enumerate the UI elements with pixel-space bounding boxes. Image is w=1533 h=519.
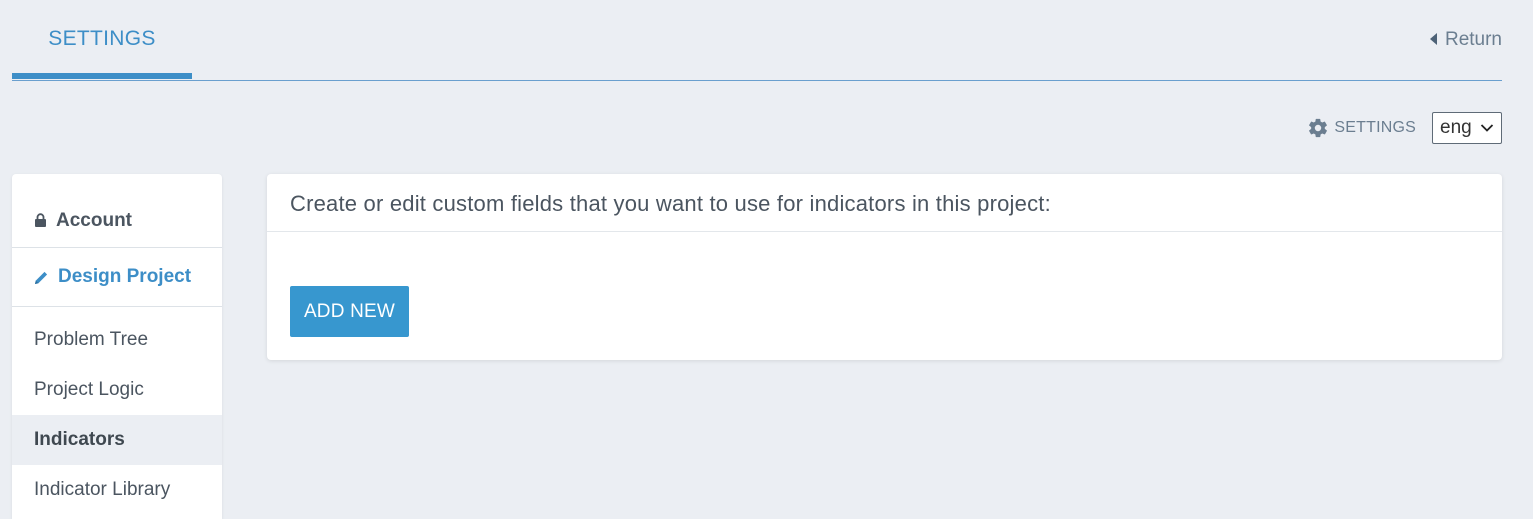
top-navigation: SETTINGS Return	[12, 0, 1502, 81]
tab-settings-label: SETTINGS	[48, 27, 156, 50]
sidebar-item-label: Project Logic	[34, 379, 144, 400]
panel-description: Create or edit custom fields that you wa…	[267, 174, 1502, 232]
sidebar-section-design-project[interactable]: Design Project	[12, 248, 222, 307]
sidebar-section-account[interactable]: Account	[12, 174, 222, 248]
sidebar-section-label: Design Project	[58, 266, 192, 287]
language-select[interactable]: eng	[1432, 112, 1502, 144]
language-value: eng	[1440, 117, 1472, 138]
toolbar: SETTINGS eng	[1307, 112, 1502, 144]
chevron-down-icon	[1480, 124, 1494, 132]
sidebar-item-indicator-library[interactable]: Indicator Library	[12, 465, 222, 515]
sidebar-item-project-logic[interactable]: Project Logic	[12, 365, 222, 415]
sidebar: Account Design Project Problem Tree Proj…	[12, 174, 222, 519]
settings-link[interactable]: SETTINGS	[1307, 117, 1416, 139]
lock-icon	[34, 213, 47, 228]
sidebar-item-problem-tree[interactable]: Problem Tree	[12, 315, 222, 365]
tab-settings[interactable]: SETTINGS	[12, 0, 192, 80]
gear-icon	[1309, 118, 1328, 138]
return-link[interactable]: Return	[1429, 28, 1502, 52]
sidebar-item-label: Indicator Library	[34, 479, 171, 500]
active-tab-indicator	[12, 73, 192, 79]
return-label: Return	[1444, 29, 1502, 50]
sidebar-item-label: Problem Tree	[34, 329, 149, 350]
pencil-icon	[34, 270, 49, 285]
sidebar-item-label: Indicators	[34, 429, 125, 450]
caret-left-icon	[1429, 33, 1437, 45]
sidebar-item-indicators[interactable]: Indicators	[12, 415, 222, 465]
custom-fields-panel: Create or edit custom fields that you wa…	[267, 174, 1502, 360]
settings-label: SETTINGS	[1334, 119, 1416, 136]
sidebar-section-label: Account	[56, 209, 132, 231]
add-new-button[interactable]: ADD NEW	[290, 286, 409, 337]
